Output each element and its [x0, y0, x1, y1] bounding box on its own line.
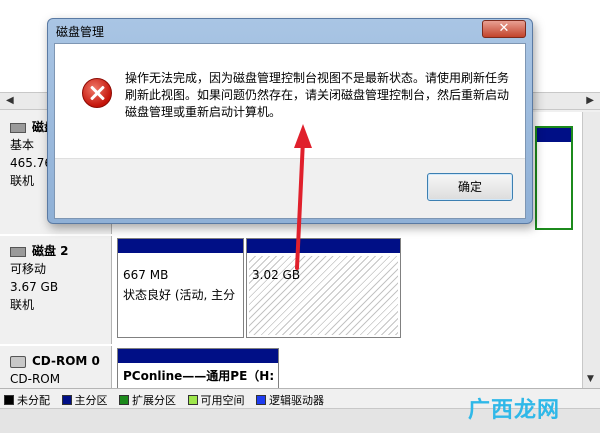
cdrom-label[interactable]: CD-ROM 0 CD-ROM	[0, 346, 112, 388]
legend-item: 逻辑驱动器	[256, 392, 324, 408]
vertical-scrollbar[interactable]: ▼	[582, 112, 600, 388]
error-dialog: 磁盘管理 ✕ 操作无法完成，因为磁盘管理控制台视图不是最新状态。请使用刷新任务刷…	[47, 18, 533, 224]
partition-size: 3.02 GB	[252, 268, 301, 282]
disk-0-partition[interactable]	[535, 126, 573, 230]
disk-type: CD-ROM	[10, 372, 61, 386]
disk-2-label[interactable]: 磁盘 2 可移动 3.67 GB 联机	[0, 236, 112, 344]
legend-swatch	[4, 395, 14, 405]
partition-bar	[118, 239, 243, 253]
legend-item: 扩展分区	[119, 392, 176, 408]
legend-swatch	[187, 395, 198, 405]
legend-item: 主分区	[61, 392, 108, 408]
dialog-title: 磁盘管理	[56, 25, 105, 39]
legend-item: 未分配	[4, 392, 50, 408]
partition-label: PConline——通用PE（H:	[123, 369, 275, 383]
disk-type: 可移动	[10, 262, 47, 276]
partition-bar	[537, 128, 571, 142]
legend-item: 可用空间	[187, 392, 245, 408]
cdrom-icon	[10, 355, 26, 368]
disk-drive-icon	[10, 246, 26, 257]
legend-swatch	[119, 395, 129, 405]
scroll-right-icon[interactable]: ▶	[586, 95, 594, 106]
partition-size: 667 MB	[123, 268, 169, 282]
cdrom-partition[interactable]: PConline——通用PE（H:	[117, 348, 279, 388]
partition-status: 状态良好 (活动, 主分	[123, 288, 236, 302]
dialog-footer: 确定	[55, 158, 525, 218]
watermark: 广西龙网	[468, 398, 561, 423]
disk-drive-icon	[10, 122, 26, 133]
close-icon: ✕	[498, 21, 510, 36]
disk-status: 联机	[10, 298, 35, 312]
ok-button[interactable]: 确定	[427, 173, 513, 201]
disk-name: CD-ROM 0	[32, 354, 100, 368]
partition-bar	[247, 239, 400, 253]
disk-name: 磁盘 2	[32, 244, 69, 258]
legend-swatch	[256, 395, 266, 405]
disk-2-primary-partition[interactable]: 667 MB 状态良好 (活动, 主分	[117, 238, 244, 338]
disk-size: 3.67 GB	[10, 280, 59, 294]
disk-2-unallocated-partition[interactable]: 3.02 GB	[246, 238, 401, 338]
scroll-down-icon[interactable]: ▼	[587, 374, 594, 384]
dialog-body: 操作无法完成，因为磁盘管理控制台视图不是最新状态。请使用刷新任务刷新此视图。如果…	[54, 43, 526, 219]
dialog-message: 操作无法完成，因为磁盘管理控制台视图不是最新状态。请使用刷新任务刷新此视图。如果…	[125, 71, 510, 119]
error-icon	[82, 78, 112, 108]
close-button[interactable]: ✕	[482, 20, 526, 38]
scroll-left-icon[interactable]: ◀	[6, 95, 14, 106]
partition-bar	[118, 349, 278, 363]
legend-swatch	[61, 395, 72, 405]
